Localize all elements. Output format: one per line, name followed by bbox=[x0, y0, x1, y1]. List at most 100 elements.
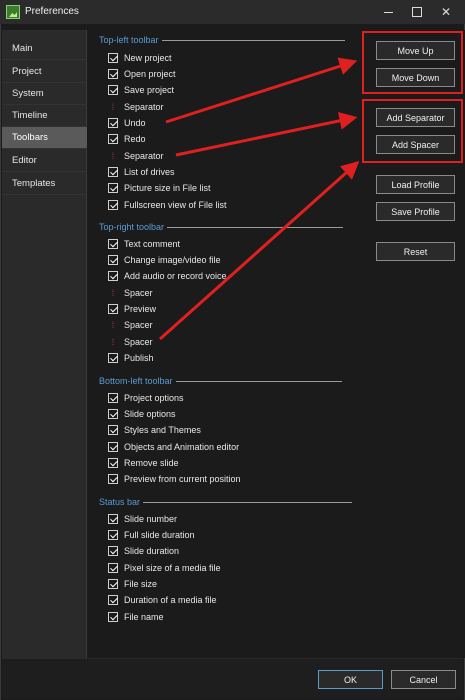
checkbox-row[interactable]: Duration of a media file bbox=[108, 593, 217, 608]
title-bar: Preferences ✕ bbox=[0, 0, 465, 24]
checkbox[interactable] bbox=[108, 578, 118, 589]
checkbox[interactable] bbox=[108, 441, 118, 452]
checkbox[interactable] bbox=[108, 166, 118, 177]
checkbox[interactable] bbox=[108, 238, 118, 249]
checkbox-row[interactable]: Objects and Animation editor bbox=[108, 439, 239, 454]
checkbox-label: Full slide duration bbox=[124, 529, 195, 540]
checkbox-row[interactable]: Change image/video file bbox=[108, 252, 221, 267]
checkbox-row[interactable]: Undo bbox=[108, 115, 146, 130]
cancel-button[interactable]: Cancel bbox=[391, 670, 456, 689]
checkbox-label: Fullscreen view of File list bbox=[124, 199, 227, 210]
checkbox[interactable] bbox=[108, 457, 118, 468]
separator-row[interactable]: ⁞ Separator bbox=[108, 99, 164, 114]
app-icon bbox=[6, 5, 20, 19]
separator-row[interactable]: ⁞ Separator bbox=[108, 148, 164, 163]
checkbox[interactable] bbox=[108, 425, 118, 436]
checkbox[interactable] bbox=[108, 474, 118, 485]
sidebar: Main Project System Timeline Toolbars Ed… bbox=[2, 30, 87, 658]
checkbox-label: File name bbox=[124, 611, 164, 622]
checkbox[interactable] bbox=[108, 352, 118, 363]
reset-button[interactable]: Reset bbox=[376, 242, 455, 261]
checkbox-label: Duration of a media file bbox=[124, 595, 217, 606]
checkbox-row[interactable]: Styles and Themes bbox=[108, 423, 201, 438]
checkbox-label: Text comment bbox=[124, 238, 181, 249]
maximize-icon[interactable] bbox=[401, 0, 433, 24]
section-bottom-left-toolbar: Bottom-left toolbar bbox=[99, 375, 342, 387]
checkbox-label: Add audio or record voice bbox=[124, 271, 227, 282]
checkbox-row[interactable]: File size bbox=[108, 576, 157, 591]
checkbox[interactable] bbox=[108, 513, 118, 524]
checkbox-row[interactable]: Slide options bbox=[108, 406, 176, 421]
checkbox[interactable] bbox=[108, 562, 118, 573]
sidebar-item-timeline[interactable]: Timeline bbox=[2, 105, 87, 127]
minimize-icon[interactable] bbox=[372, 0, 404, 24]
checkbox[interactable] bbox=[108, 183, 118, 194]
checkbox-row[interactable]: List of drives bbox=[108, 164, 175, 179]
checkbox[interactable] bbox=[108, 392, 118, 403]
checkbox-label: List of drives bbox=[124, 166, 175, 177]
checkbox-label: Picture size in File list bbox=[124, 183, 211, 194]
checkbox[interactable] bbox=[108, 595, 118, 606]
checkbox-row[interactable]: Text comment bbox=[108, 236, 180, 251]
checkbox-row[interactable]: Remove slide bbox=[108, 455, 179, 470]
ok-button[interactable]: OK bbox=[318, 670, 383, 689]
section-top-left-toolbar: Top-left toolbar bbox=[99, 34, 345, 46]
checkbox-row[interactable]: Preview bbox=[108, 301, 156, 316]
checkbox[interactable] bbox=[108, 85, 118, 96]
sidebar-item-toolbars[interactable]: Toolbars bbox=[2, 127, 87, 149]
checkbox-row[interactable]: Open project bbox=[108, 66, 176, 81]
checkbox-row[interactable]: Fullscreen view of File list bbox=[108, 197, 227, 212]
checkbox[interactable] bbox=[108, 611, 118, 622]
checkbox-row[interactable]: Save project bbox=[108, 83, 174, 98]
checkbox-row[interactable]: Pixel size of a media file bbox=[108, 560, 221, 575]
checkbox-label: Spacer bbox=[124, 336, 153, 347]
checkbox-row[interactable]: Slide number bbox=[108, 511, 177, 526]
sidebar-item-system[interactable]: System bbox=[2, 83, 87, 105]
checkbox-label: Redo bbox=[124, 134, 146, 145]
section-divider bbox=[143, 501, 353, 503]
sidebar-item-editor[interactable]: Editor bbox=[2, 150, 87, 172]
checkbox-label: Remove slide bbox=[124, 457, 179, 468]
checkbox[interactable] bbox=[108, 254, 118, 265]
checkbox-row[interactable]: Add audio or record voice bbox=[108, 269, 227, 284]
load-profile-button[interactable]: Load Profile bbox=[376, 175, 455, 194]
separator-row[interactable]: ⁞ Spacer bbox=[108, 318, 153, 333]
checkbox-row[interactable]: Project options bbox=[108, 390, 184, 405]
checkbox-row[interactable]: Preview from current position bbox=[108, 472, 241, 487]
section-top-right-toolbar: Top-right toolbar bbox=[99, 221, 344, 233]
checkbox[interactable] bbox=[108, 529, 118, 540]
checkbox[interactable] bbox=[108, 134, 118, 145]
checkbox-row[interactable]: Full slide duration bbox=[108, 527, 195, 542]
checkbox[interactable] bbox=[108, 408, 118, 419]
close-icon[interactable]: ✕ bbox=[430, 0, 462, 24]
section-title: Bottom-left toolbar bbox=[99, 376, 173, 386]
checkbox-label: Preview from current position bbox=[124, 474, 241, 485]
separator-icon: ⁞ bbox=[111, 101, 115, 112]
checkbox-label: Publish bbox=[124, 352, 154, 363]
checkbox[interactable] bbox=[108, 546, 118, 557]
sidebar-item-project[interactable]: Project bbox=[2, 61, 87, 83]
separator-row[interactable]: ⁞ Spacer bbox=[108, 334, 153, 349]
section-title: Top-left toolbar bbox=[99, 35, 159, 45]
checkbox[interactable] bbox=[108, 117, 118, 128]
checkbox[interactable] bbox=[108, 303, 118, 314]
annotation-box-add-buttons bbox=[362, 99, 463, 163]
sidebar-item-main[interactable]: Main bbox=[2, 38, 87, 60]
sidebar-item-templates[interactable]: Templates bbox=[2, 173, 87, 195]
section-title: Status bar bbox=[99, 497, 141, 507]
section-divider bbox=[167, 226, 344, 228]
checkbox[interactable] bbox=[108, 271, 118, 282]
checkbox-row[interactable]: Picture size in File list bbox=[108, 181, 211, 196]
checkbox-row[interactable]: Redo bbox=[108, 132, 146, 147]
checkbox-row[interactable]: New project bbox=[108, 50, 172, 65]
checkbox[interactable] bbox=[108, 52, 118, 63]
checkbox-row[interactable]: Slide duration bbox=[108, 544, 179, 559]
save-profile-button[interactable]: Save Profile bbox=[376, 202, 455, 221]
checkbox-row[interactable]: File name bbox=[108, 609, 164, 624]
checkbox[interactable] bbox=[108, 68, 118, 79]
checkbox-label: Project options bbox=[124, 392, 184, 403]
checkbox-label: Undo bbox=[124, 117, 146, 128]
separator-row[interactable]: ⁞ Spacer bbox=[108, 285, 153, 300]
checkbox-row[interactable]: Publish bbox=[108, 350, 154, 365]
checkbox[interactable] bbox=[108, 199, 118, 210]
